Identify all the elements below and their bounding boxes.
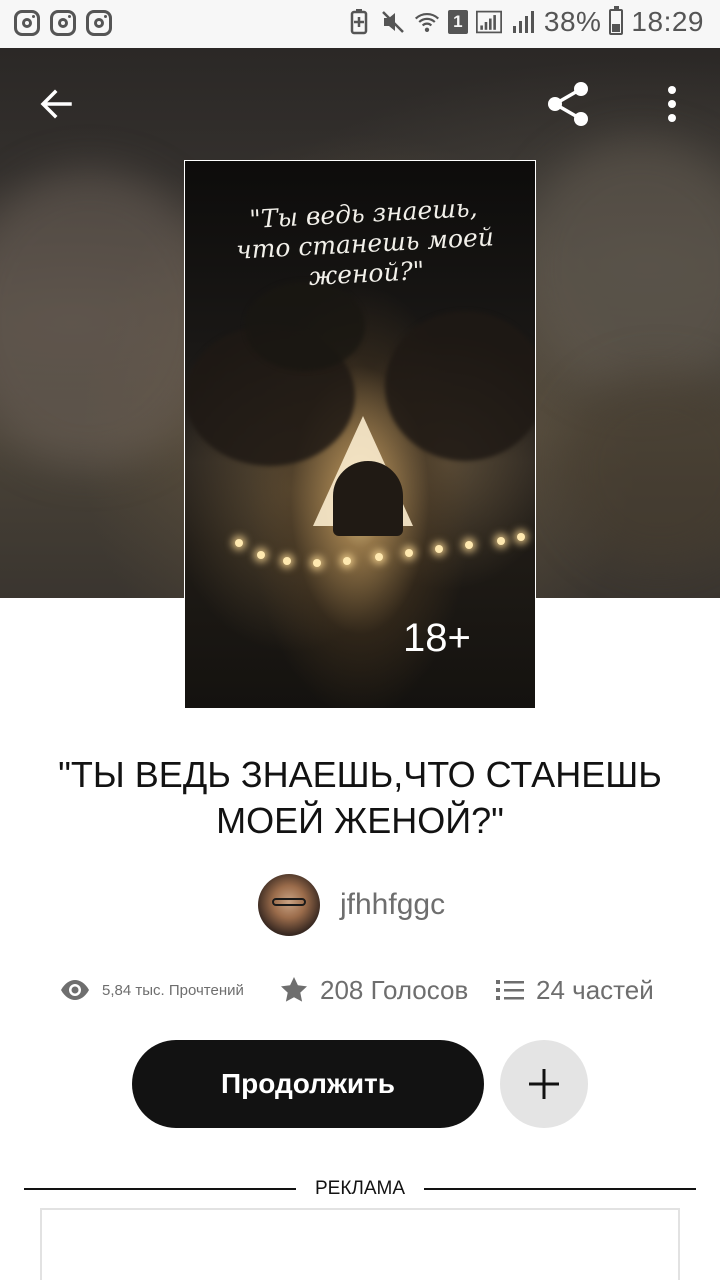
back-button[interactable]: [28, 76, 84, 132]
share-button[interactable]: [540, 76, 596, 132]
couple-silhouette: [333, 461, 403, 536]
system-status: 1 38% 18:29: [346, 6, 704, 38]
votes-count: 208 Голосов: [320, 974, 469, 1005]
ad-divider-left: [24, 1188, 296, 1190]
battery-saver-icon: [346, 9, 372, 35]
mute-icon: [380, 9, 406, 35]
wifi-icon: [414, 9, 440, 35]
ad-label: РЕКЛАМА: [314, 1178, 406, 1199]
signal-icon-2: [510, 9, 536, 35]
clock: 18:29: [631, 6, 704, 37]
string-lights: [235, 533, 525, 569]
star-icon: [281, 977, 307, 1002]
share-icon: [548, 82, 588, 126]
cover-quote: "Ты ведь знаешь, что станешь моей женой?…: [235, 193, 495, 291]
ad-container[interactable]: [40, 1208, 680, 1280]
reads-stat: 5,84 тыс. Прочтений: [60, 966, 244, 1014]
author-name[interactable]: jfhhfggc: [340, 888, 445, 922]
sim-badge: 1: [447, 10, 468, 34]
story-stats: 5,84 тыс. Прочтений 208 Голосов 24 часте…: [0, 966, 720, 1014]
more-vertical-icon: [668, 86, 676, 122]
notification-icons: [14, 10, 112, 36]
more-options-button[interactable]: [644, 76, 700, 132]
status-bar: 1 38% 18:29: [0, 0, 720, 48]
story-details-screen: 1 38% 18:29 "Ты ведь знаешь, что станешь…: [0, 0, 720, 1280]
instagram-icon: [86, 10, 112, 36]
book-cover[interactable]: "Ты ведь знаешь, что станешь моей женой?…: [184, 160, 536, 709]
instagram-icon: [14, 10, 40, 36]
parts-count: 24 частей: [536, 974, 654, 1005]
age-rating-label: 18+: [403, 616, 471, 660]
avatar-glasses: [272, 898, 306, 906]
ad-divider-right: [424, 1188, 696, 1190]
battery-level: [612, 23, 621, 32]
instagram-icon: [50, 10, 76, 36]
parts-stat: 24 частей: [496, 966, 654, 1014]
votes-stat: 208 Голосов: [280, 966, 468, 1014]
arrow-left-icon: [40, 89, 72, 119]
author-row[interactable]: jfhhfggc: [258, 874, 445, 936]
battery-percent: 38%: [543, 6, 602, 37]
reads-count: 5,84 тыс. Прочтений: [102, 981, 244, 999]
battery-icon: [609, 6, 624, 35]
list-icon: [496, 980, 524, 1000]
author-avatar[interactable]: [258, 874, 320, 936]
eye-icon: [61, 980, 89, 1000]
signal-icon: [475, 9, 502, 35]
add-to-library-button[interactable]: [500, 1040, 588, 1128]
plus-icon: [529, 1069, 559, 1099]
story-title: "ТЫ ВЕДЬ ЗНАЕШЬ,ЧТО СТАНЕШЬ МОЕЙ ЖЕНОЙ?": [58, 754, 662, 841]
continue-reading-button[interactable]: Продолжить: [132, 1040, 484, 1128]
